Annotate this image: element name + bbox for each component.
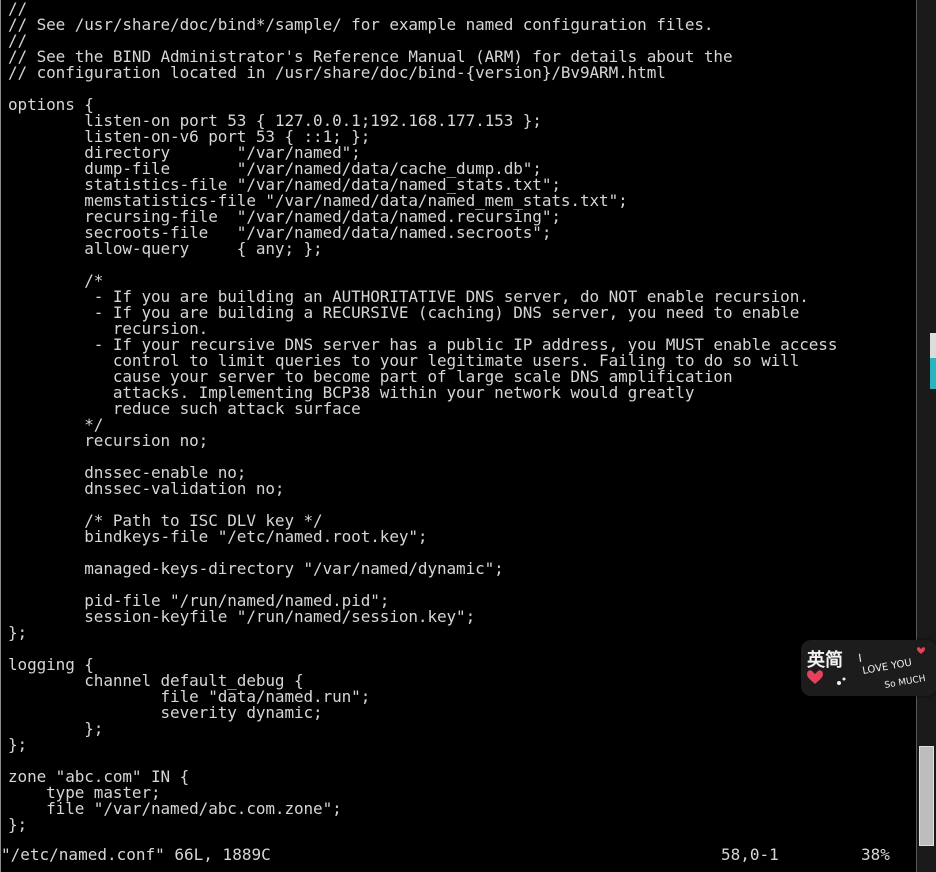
small-heart-icon: [917, 647, 925, 654]
code-line[interactable]: // configuration located in /usr/share/d…: [8, 65, 666, 81]
scrollbar-thumb[interactable]: [919, 746, 934, 846]
status-file-info: "/etc/named.conf" 66L, 1889C: [1, 845, 271, 864]
svg-text:I: I: [858, 652, 863, 665]
vertical-scrollbar[interactable]: [916, 0, 936, 872]
code-line[interactable]: allow-query { any; };: [8, 241, 322, 257]
code-line[interactable]: file "/var/named/abc.com.zone";: [8, 801, 342, 817]
code-line[interactable]: session-keyfile "/run/named/session.key"…: [8, 609, 475, 625]
overlay-sticker: 英简 I LOVE YOU So MUCH: [801, 640, 936, 696]
code-line[interactable]: };: [8, 817, 27, 833]
terminal-window[interactable]: //// See /usr/share/doc/bind*/sample/ fo…: [0, 0, 936, 872]
code-line[interactable]: };: [8, 625, 27, 641]
vim-editor-buffer[interactable]: //// See /usr/share/doc/bind*/sample/ fo…: [8, 1, 914, 869]
code-line[interactable]: bindkeys-file "/etc/named.root.key";: [8, 529, 427, 545]
svg-text:So MUCH: So MUCH: [884, 674, 927, 691]
side-panel-handle[interactable]: [930, 333, 936, 389]
status-scroll-percent: 38%: [861, 845, 890, 864]
status-cursor-position: 58,0-1: [721, 845, 779, 864]
sticker-tagline-graphic: I LOVE YOU So MUCH: [807, 647, 927, 691]
code-line[interactable]: managed-keys-directory "/var/named/dynam…: [8, 561, 504, 577]
code-line[interactable]: };: [8, 737, 27, 753]
heart-icon: [807, 670, 823, 684]
svg-text:LOVE YOU: LOVE YOU: [862, 657, 913, 677]
code-line[interactable]: recursion no;: [8, 433, 208, 449]
code-line[interactable]: // See /usr/share/doc/bind*/sample/ for …: [8, 17, 714, 33]
code-line[interactable]: dnssec-validation no;: [8, 481, 284, 497]
